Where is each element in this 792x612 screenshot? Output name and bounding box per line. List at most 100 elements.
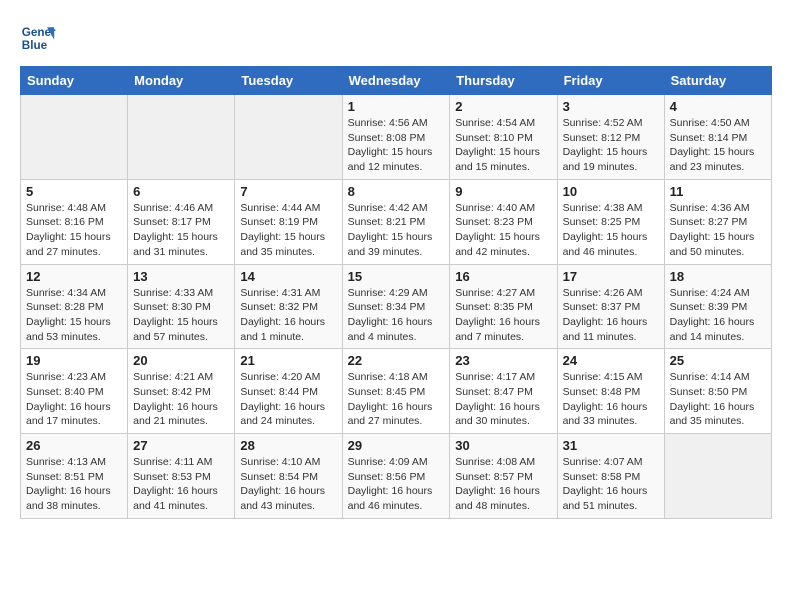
calendar-cell: 4 Sunrise: 4:50 AM Sunset: 8:14 PM Daylig… — [664, 95, 771, 180]
calendar-cell: 19 Sunrise: 4:23 AM Sunset: 8:40 PM Dayli… — [21, 349, 128, 434]
calendar-cell: 1 Sunrise: 4:56 AM Sunset: 8:08 PM Daylig… — [342, 95, 450, 180]
day-number: 16 — [455, 269, 551, 284]
calendar-cell: 10 Sunrise: 4:38 AM Sunset: 8:25 PM Dayli… — [557, 179, 664, 264]
day-info: Sunrise: 4:48 AM Sunset: 8:16 PM Dayligh… — [26, 201, 122, 260]
day-info: Sunrise: 4:11 AM Sunset: 8:53 PM Dayligh… — [133, 455, 229, 514]
calendar-cell: 9 Sunrise: 4:40 AM Sunset: 8:23 PM Daylig… — [450, 179, 557, 264]
calendar-cell — [128, 95, 235, 180]
day-number: 9 — [455, 184, 551, 199]
day-info: Sunrise: 4:15 AM Sunset: 8:48 PM Dayligh… — [563, 370, 659, 429]
weekday-header: Friday — [557, 67, 664, 95]
day-number: 7 — [240, 184, 336, 199]
weekday-header: Wednesday — [342, 67, 450, 95]
calendar-cell: 23 Sunrise: 4:17 AM Sunset: 8:47 PM Dayli… — [450, 349, 557, 434]
calendar-cell: 24 Sunrise: 4:15 AM Sunset: 8:48 PM Dayli… — [557, 349, 664, 434]
svg-text:Blue: Blue — [22, 39, 48, 52]
calendar-cell: 30Sunrise: 4:08 AM Sunset: 8:57 PM Dayli… — [450, 434, 557, 519]
day-number: 13 — [133, 269, 229, 284]
day-number: 19 — [26, 353, 122, 368]
day-info: Sunrise: 4:09 AM Sunset: 8:56 PM Dayligh… — [348, 455, 445, 514]
day-info: Sunrise: 4:50 AM Sunset: 8:14 PM Dayligh… — [670, 116, 766, 175]
day-number: 23 — [455, 353, 551, 368]
calendar-cell: 12Sunrise: 4:34 AM Sunset: 8:28 PM Dayli… — [21, 264, 128, 349]
weekday-header: Tuesday — [235, 67, 342, 95]
day-info: Sunrise: 4:29 AM Sunset: 8:34 PM Dayligh… — [348, 286, 445, 345]
calendar-cell: 21 Sunrise: 4:20 AM Sunset: 8:44 PM Dayli… — [235, 349, 342, 434]
day-number: 20 — [133, 353, 229, 368]
day-number: 28 — [240, 438, 336, 453]
day-number: 15 — [348, 269, 445, 284]
calendar-cell: 27 Sunrise: 4:11 AM Sunset: 8:53 PM Dayli… — [128, 434, 235, 519]
day-number: 27 — [133, 438, 229, 453]
day-number: 8 — [348, 184, 445, 199]
day-info: Sunrise: 4:08 AM Sunset: 8:57 PM Dayligh… — [455, 455, 551, 514]
day-info: Sunrise: 4:52 AM Sunset: 8:12 PM Dayligh… — [563, 116, 659, 175]
day-number: 14 — [240, 269, 336, 284]
day-info: Sunrise: 4:13 AM Sunset: 8:51 PM Dayligh… — [26, 455, 122, 514]
day-number: 21 — [240, 353, 336, 368]
calendar-cell: 31Sunrise: 4:07 AM Sunset: 8:58 PM Dayli… — [557, 434, 664, 519]
day-info: Sunrise: 4:24 AM Sunset: 8:39 PM Dayligh… — [670, 286, 766, 345]
calendar-cell: 11 Sunrise: 4:36 AM Sunset: 8:27 PM Dayli… — [664, 179, 771, 264]
calendar-cell: 25 Sunrise: 4:14 AM Sunset: 8:50 PM Dayli… — [664, 349, 771, 434]
calendar-cell: 6Sunrise: 4:46 AM Sunset: 8:17 PM Daylig… — [128, 179, 235, 264]
day-info: Sunrise: 4:56 AM Sunset: 8:08 PM Dayligh… — [348, 116, 445, 175]
day-number: 17 — [563, 269, 659, 284]
day-info: Sunrise: 4:40 AM Sunset: 8:23 PM Dayligh… — [455, 201, 551, 260]
day-number: 2 — [455, 99, 551, 114]
day-number: 26 — [26, 438, 122, 453]
day-number: 3 — [563, 99, 659, 114]
day-info: Sunrise: 4:36 AM Sunset: 8:27 PM Dayligh… — [670, 201, 766, 260]
calendar-cell: 28 Sunrise: 4:10 AM Sunset: 8:54 PM Dayli… — [235, 434, 342, 519]
weekday-header: Saturday — [664, 67, 771, 95]
day-info: Sunrise: 4:31 AM Sunset: 8:32 PM Dayligh… — [240, 286, 336, 345]
calendar-cell: 17 Sunrise: 4:26 AM Sunset: 8:37 PM Dayli… — [557, 264, 664, 349]
day-info: Sunrise: 4:26 AM Sunset: 8:37 PM Dayligh… — [563, 286, 659, 345]
day-number: 4 — [670, 99, 766, 114]
calendar-table: SundayMondayTuesdayWednesdayThursdayFrid… — [20, 66, 772, 519]
day-info: Sunrise: 4:27 AM Sunset: 8:35 PM Dayligh… — [455, 286, 551, 345]
day-info: Sunrise: 4:20 AM Sunset: 8:44 PM Dayligh… — [240, 370, 336, 429]
calendar-header-row: SundayMondayTuesdayWednesdayThursdayFrid… — [21, 67, 772, 95]
day-info: Sunrise: 4:21 AM Sunset: 8:42 PM Dayligh… — [133, 370, 229, 429]
day-number: 18 — [670, 269, 766, 284]
day-number: 25 — [670, 353, 766, 368]
logo-icon: General Blue — [20, 20, 56, 56]
day-number: 22 — [348, 353, 445, 368]
day-info: Sunrise: 4:10 AM Sunset: 8:54 PM Dayligh… — [240, 455, 336, 514]
day-number: 1 — [348, 99, 445, 114]
calendar-cell: 22Sunrise: 4:18 AM Sunset: 8:45 PM Dayli… — [342, 349, 450, 434]
day-info: Sunrise: 4:44 AM Sunset: 8:19 PM Dayligh… — [240, 201, 336, 260]
calendar-cell — [21, 95, 128, 180]
day-number: 6 — [133, 184, 229, 199]
day-info: Sunrise: 4:07 AM Sunset: 8:58 PM Dayligh… — [563, 455, 659, 514]
day-info: Sunrise: 4:17 AM Sunset: 8:47 PM Dayligh… — [455, 370, 551, 429]
day-info: Sunrise: 4:23 AM Sunset: 8:40 PM Dayligh… — [26, 370, 122, 429]
calendar-row: 1 Sunrise: 4:56 AM Sunset: 8:08 PM Daylig… — [21, 95, 772, 180]
day-info: Sunrise: 4:38 AM Sunset: 8:25 PM Dayligh… — [563, 201, 659, 260]
logo: General Blue — [20, 20, 60, 56]
calendar-cell: 3 Sunrise: 4:52 AM Sunset: 8:12 PM Daylig… — [557, 95, 664, 180]
weekday-header: Sunday — [21, 67, 128, 95]
calendar-cell: 26 Sunrise: 4:13 AM Sunset: 8:51 PM Dayli… — [21, 434, 128, 519]
calendar-row: 5Sunrise: 4:48 AM Sunset: 8:16 PM Daylig… — [21, 179, 772, 264]
calendar-cell — [235, 95, 342, 180]
calendar-row: 12Sunrise: 4:34 AM Sunset: 8:28 PM Dayli… — [21, 264, 772, 349]
calendar-row: 26 Sunrise: 4:13 AM Sunset: 8:51 PM Dayli… — [21, 434, 772, 519]
calendar-row: 19 Sunrise: 4:23 AM Sunset: 8:40 PM Dayli… — [21, 349, 772, 434]
day-info: Sunrise: 4:54 AM Sunset: 8:10 PM Dayligh… — [455, 116, 551, 175]
calendar-cell: 14 Sunrise: 4:31 AM Sunset: 8:32 PM Dayli… — [235, 264, 342, 349]
calendar-cell: 13 Sunrise: 4:33 AM Sunset: 8:30 PM Dayli… — [128, 264, 235, 349]
day-info: Sunrise: 4:14 AM Sunset: 8:50 PM Dayligh… — [670, 370, 766, 429]
day-info: Sunrise: 4:34 AM Sunset: 8:28 PM Dayligh… — [26, 286, 122, 345]
calendar-cell: 16 Sunrise: 4:27 AM Sunset: 8:35 PM Dayli… — [450, 264, 557, 349]
calendar-cell: 15 Sunrise: 4:29 AM Sunset: 8:34 PM Dayli… — [342, 264, 450, 349]
day-number: 24 — [563, 353, 659, 368]
calendar-cell: 20 Sunrise: 4:21 AM Sunset: 8:42 PM Dayli… — [128, 349, 235, 434]
day-number: 11 — [670, 184, 766, 199]
day-number: 10 — [563, 184, 659, 199]
calendar-cell — [664, 434, 771, 519]
day-info: Sunrise: 4:33 AM Sunset: 8:30 PM Dayligh… — [133, 286, 229, 345]
calendar-cell: 18 Sunrise: 4:24 AM Sunset: 8:39 PM Dayli… — [664, 264, 771, 349]
day-info: Sunrise: 4:42 AM Sunset: 8:21 PM Dayligh… — [348, 201, 445, 260]
